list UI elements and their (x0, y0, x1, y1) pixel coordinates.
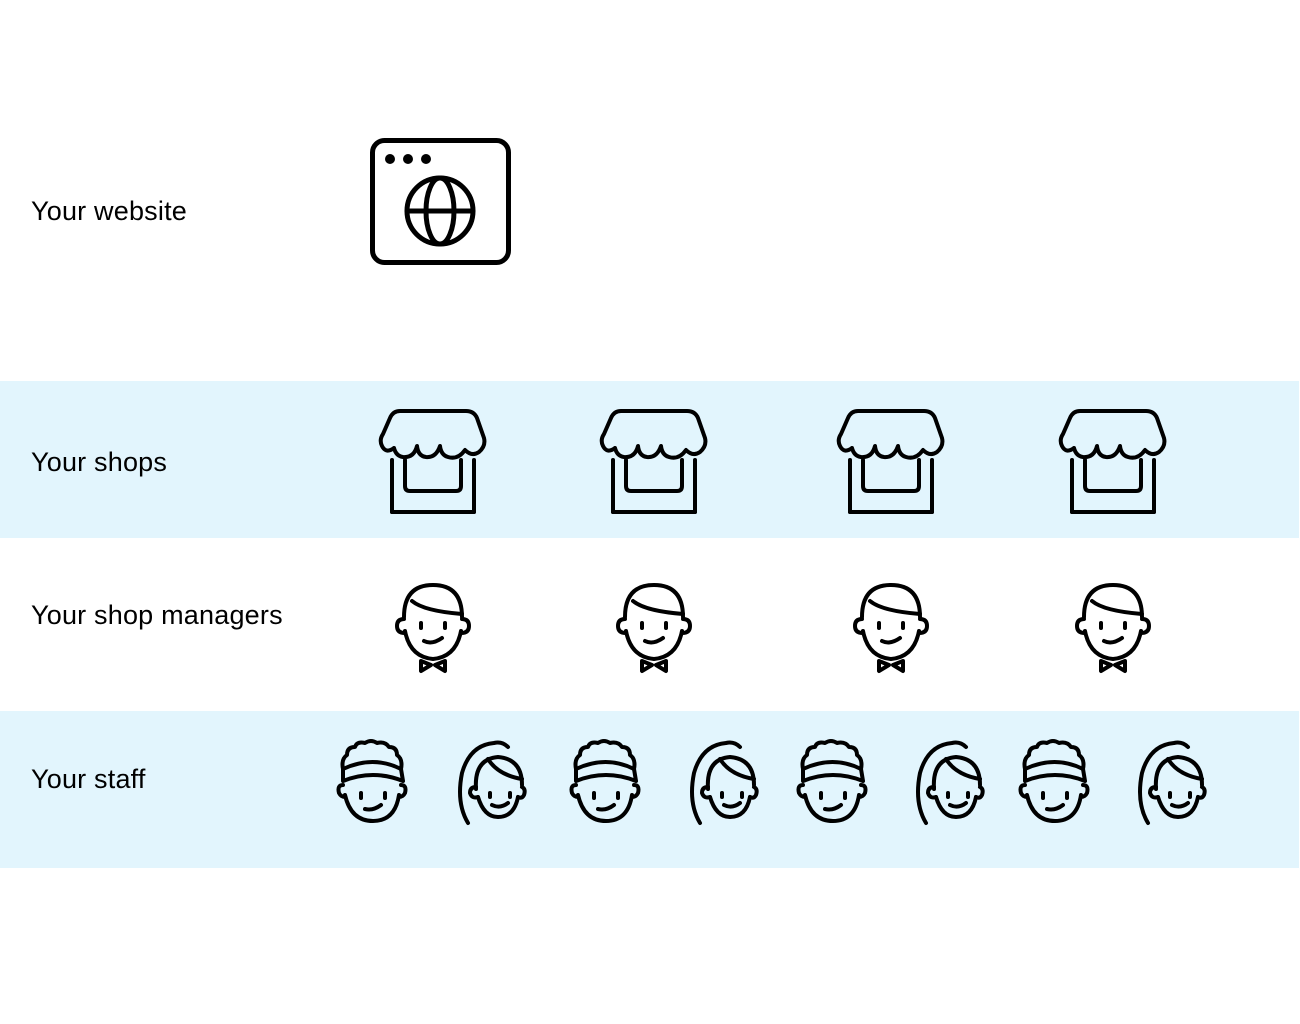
staff-headband-icon (796, 739, 869, 825)
row-label-website: Your website (31, 196, 188, 226)
row-label-staff: Your staff (31, 764, 146, 794)
row-label-shop-managers: Your shop managers (31, 600, 283, 630)
row-label-shops: Your shops (31, 447, 168, 477)
staff-headband-icon (1018, 739, 1091, 825)
storefront-icon (836, 408, 946, 514)
browser-globe-icon (370, 138, 512, 266)
manager-bowtie-icon (394, 581, 472, 675)
manager-bowtie-icon (615, 581, 693, 675)
row-shops: Your shops (0, 381, 1299, 538)
staff-ponytail-icon (458, 739, 527, 825)
storefront-icon (1058, 408, 1168, 514)
manager-bowtie-icon (852, 581, 930, 675)
manager-bowtie-icon (1074, 581, 1152, 675)
staff-ponytail-icon (1138, 739, 1207, 825)
staff-ponytail-icon (690, 739, 759, 825)
staff-ponytail-icon (916, 739, 985, 825)
row-shop-managers: Your shop managers (0, 538, 1299, 711)
row-staff: Your staff (0, 711, 1299, 868)
row-website: Your website (0, 0, 1299, 380)
staff-headband-icon (569, 739, 642, 825)
storefront-icon (378, 408, 488, 514)
staff-headband-icon (336, 739, 409, 825)
storefront-icon (599, 408, 709, 514)
